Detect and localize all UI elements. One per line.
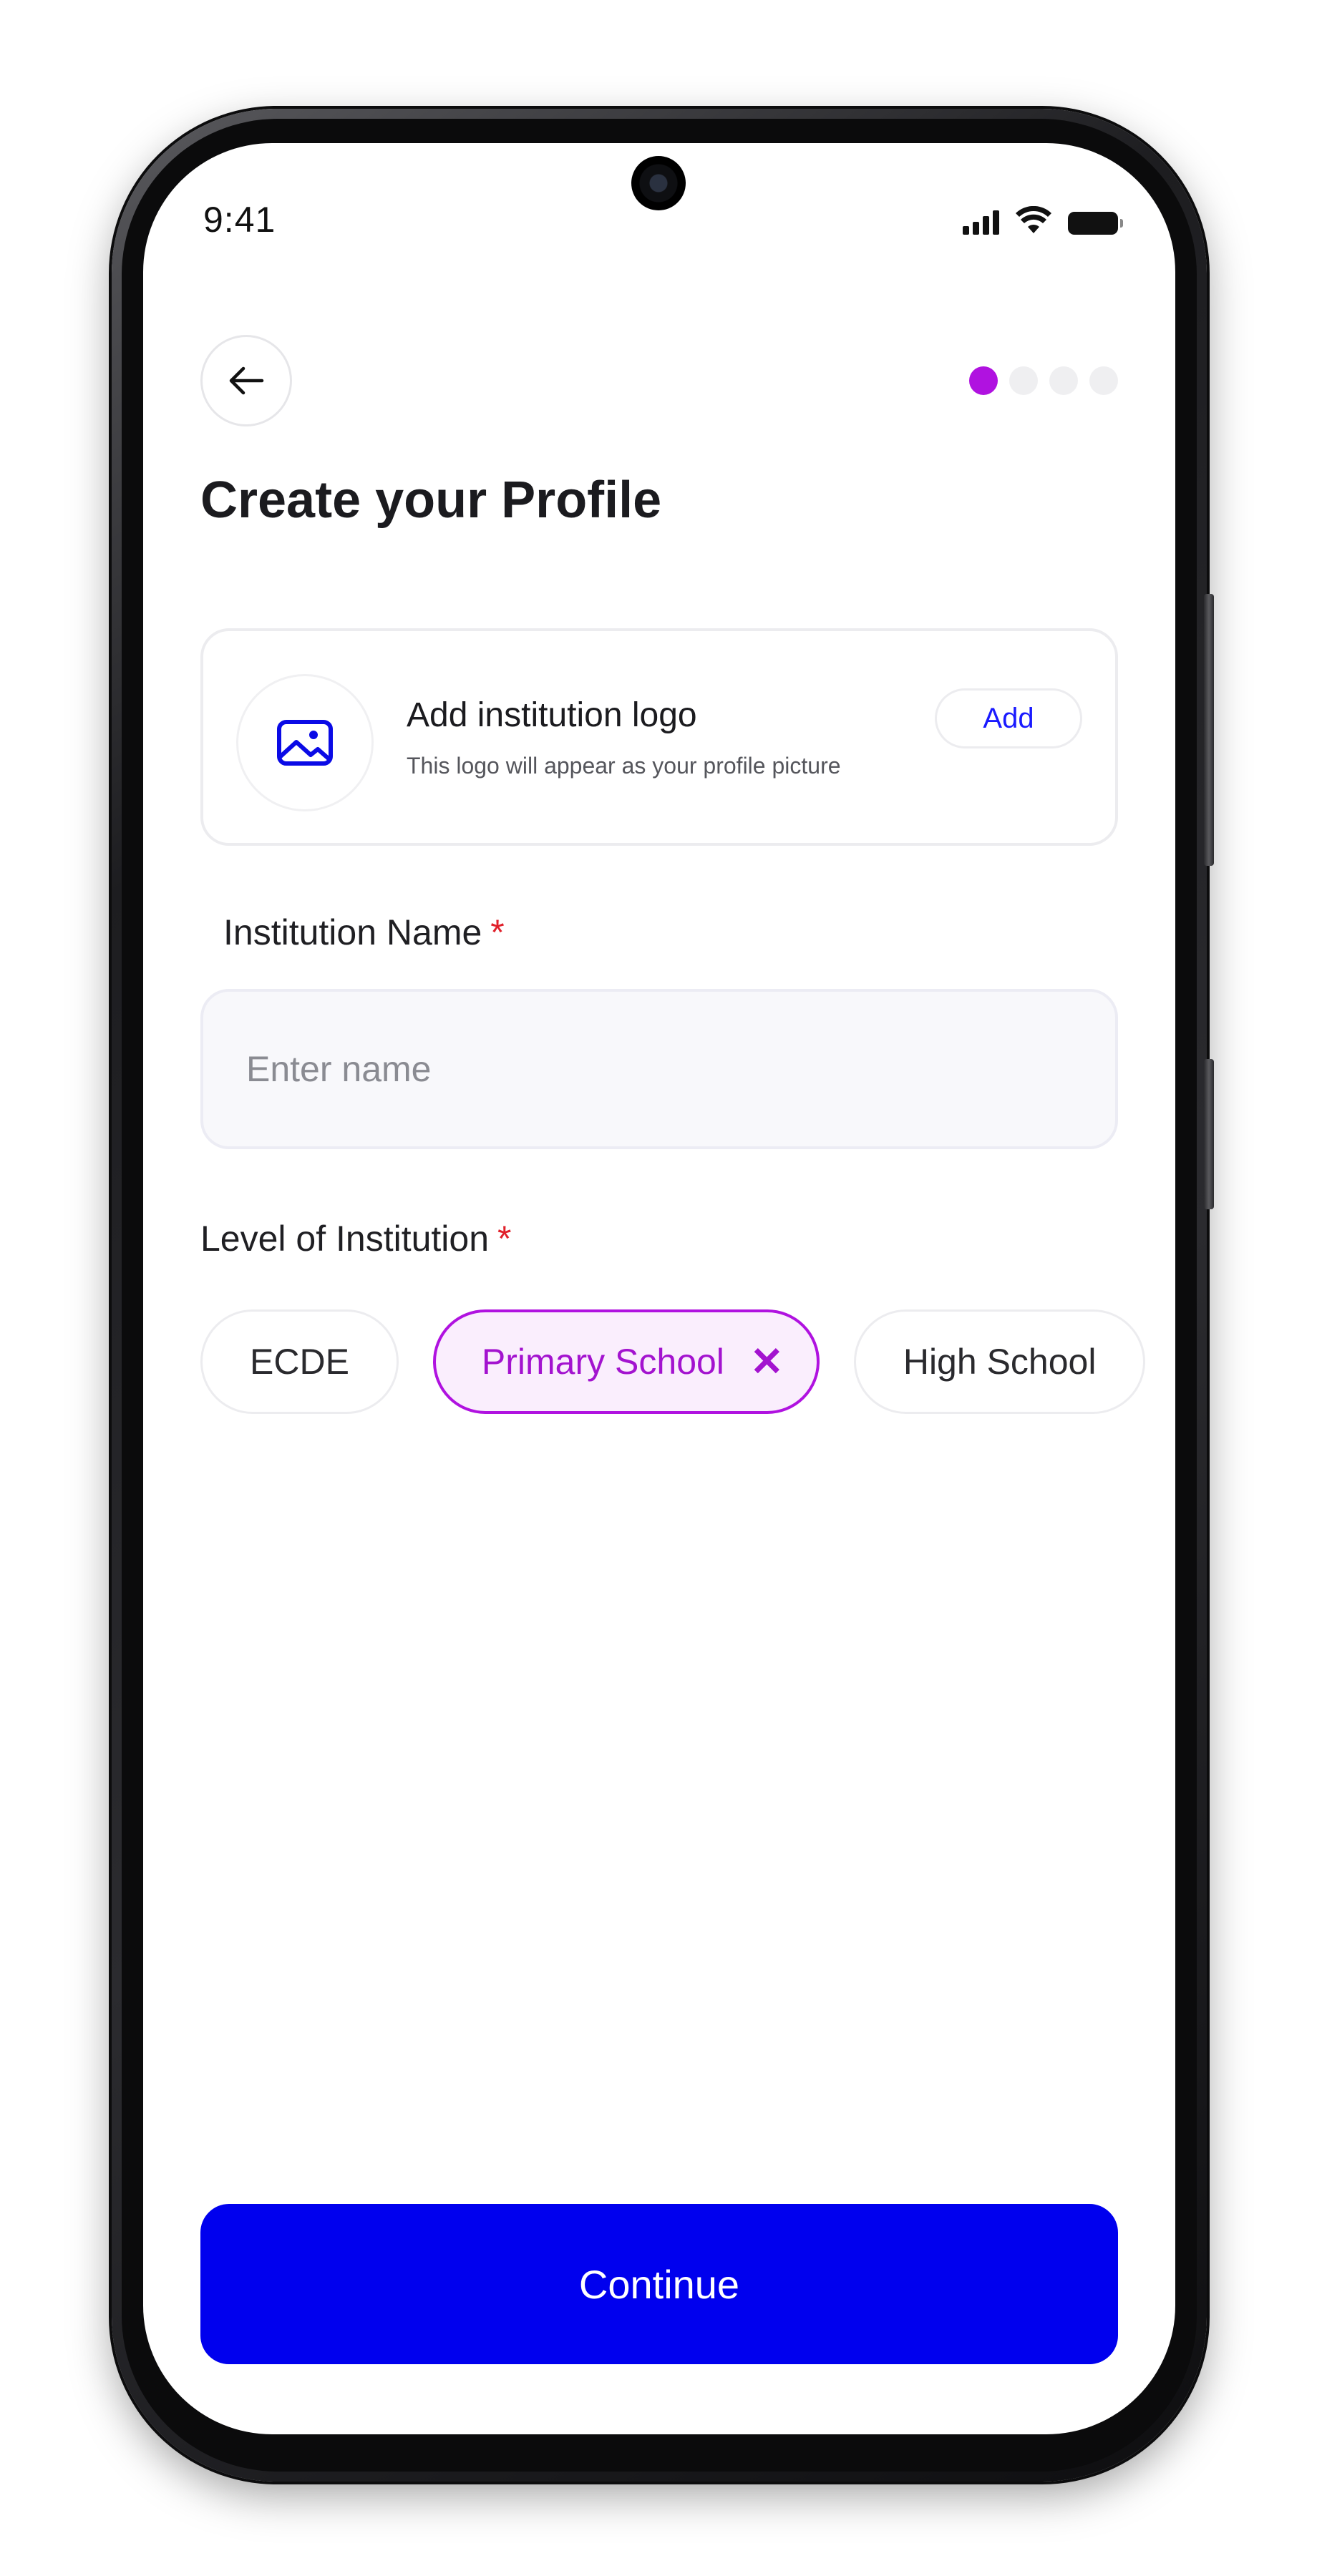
logo-placeholder[interactable] (236, 674, 374, 811)
chip-label: Primary School (481, 1342, 724, 1382)
chip-label: High School (903, 1342, 1097, 1382)
back-button[interactable] (200, 335, 292, 426)
required-asterisk: * (490, 912, 505, 952)
level-options: ECDE Primary School ✕ High School (200, 1309, 1146, 1414)
chip-ecde[interactable]: ECDE (200, 1309, 399, 1414)
front-camera (631, 156, 686, 210)
status-icons (963, 206, 1123, 235)
status-time: 9:41 (203, 200, 276, 240)
level-label-text: Level of Institution (200, 1219, 490, 1259)
step-dot (1049, 366, 1078, 395)
step-dot (1089, 366, 1118, 395)
institution-logo-card: Add institution logo This logo will appe… (200, 628, 1118, 846)
institution-name-input[interactable] (200, 989, 1118, 1149)
chip-high-school[interactable]: High School (853, 1309, 1146, 1414)
arrow-left-icon (229, 366, 264, 395)
required-asterisk: * (497, 1219, 512, 1259)
close-icon[interactable]: ✕ (750, 1342, 784, 1382)
step-dot-active (969, 366, 998, 395)
progress-stepper (969, 366, 1118, 395)
step-dot (1009, 366, 1038, 395)
power-button (1204, 594, 1214, 866)
page-title: Create your Profile (200, 472, 662, 529)
cellular-signal-icon (963, 210, 999, 235)
chip-label: ECDE (250, 1342, 349, 1382)
level-label: Level of Institution * (200, 1218, 512, 1259)
logo-card-title: Add institution logo (407, 696, 697, 734)
continue-button[interactable]: Continue (200, 2204, 1118, 2364)
institution-name-label: Institution Name * (223, 912, 505, 953)
logo-card-subtitle: This logo will appear as your profile pi… (407, 753, 841, 779)
app-screen: 9:41 Create your Profile Add institution… (143, 143, 1175, 2434)
wifi-icon (1016, 206, 1051, 233)
add-logo-button[interactable]: Add (935, 688, 1082, 748)
chip-primary-school[interactable]: Primary School ✕ (432, 1309, 820, 1414)
image-icon (277, 720, 333, 766)
institution-name-label-text: Institution Name (223, 912, 482, 952)
battery-icon (1068, 212, 1123, 235)
volume-button (1204, 1059, 1214, 1209)
